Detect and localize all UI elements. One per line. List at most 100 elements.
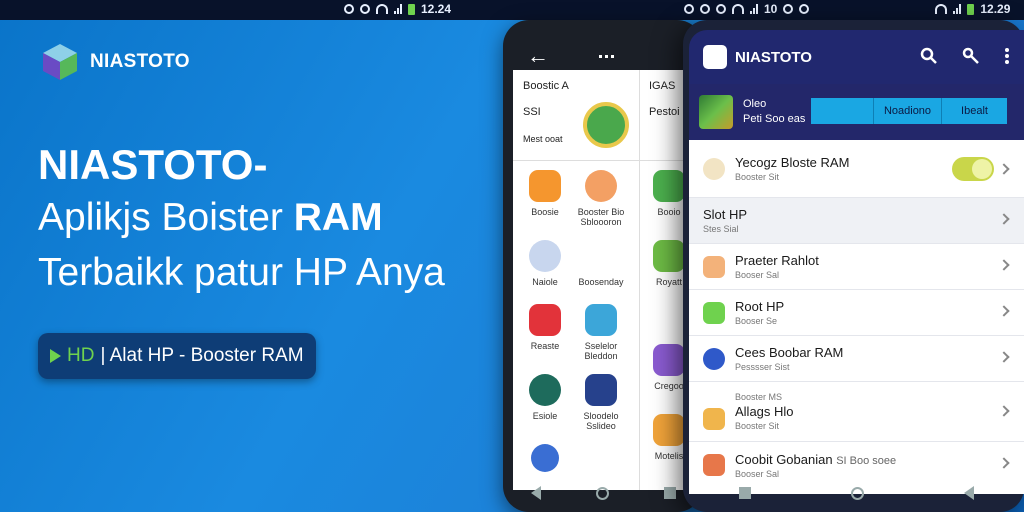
grid-label: Sloodelo Sslideo: [583, 411, 619, 431]
home-nav-icon[interactable]: [595, 486, 609, 500]
grid-label: Booio: [657, 207, 681, 217]
settings-list: Yecogz Bloste RAM Booster Sit Slot HP Stes…: [689, 140, 1024, 494]
grid-label: Reaste: [530, 341, 560, 351]
grid-label: Booster Bio Sbloooron: [577, 207, 625, 227]
chevron-right-icon: [998, 259, 1010, 271]
grid-item[interactable]: Naiole: [517, 240, 573, 287]
row-subtitle: Booser Se: [735, 316, 778, 326]
phone-back-navbar: [503, 474, 703, 512]
signal-icon: [750, 4, 758, 14]
row-title: Praeter Rahlot: [735, 253, 819, 268]
dial-icon[interactable]: [583, 102, 629, 148]
grid-item[interactable]: Reaste: [517, 304, 573, 351]
row-subtitle: Stes Sial: [703, 224, 739, 234]
headline-line3: Terbaikk patur HP Anya: [38, 251, 445, 294]
more-vert-icon[interactable]: [1004, 47, 1010, 65]
booster-toggle[interactable]: [952, 157, 994, 181]
record-icon: [529, 304, 561, 336]
recent-nav-icon[interactable]: [739, 487, 751, 499]
screen-icon: [585, 374, 617, 406]
phone-front: NIASTOTO Oleo Peti Soo eas Noadiono Ibea…: [683, 20, 1024, 512]
back-header-right: IGAS: [649, 80, 676, 92]
list-item[interactable]: Booster MS Allags Hlo Booster Sit: [689, 382, 1024, 442]
phone-back-screen: Boostic A SSI Mest ooat IGAS Pestoi Boos…: [513, 70, 693, 490]
cube-icon: [43, 44, 77, 80]
flash-icon: [529, 170, 561, 202]
grid-item[interactable]: Booster Bio Sbloooron: [573, 170, 629, 227]
android-icon: [653, 170, 685, 202]
key-icon[interactable]: [962, 47, 980, 65]
back-nav-icon[interactable]: [964, 486, 974, 500]
list-item[interactable]: Root HP Booser Se: [689, 290, 1024, 336]
clock-icon: [716, 4, 726, 14]
row-subtitle: Booster Sit: [735, 421, 780, 431]
clock-icon: [360, 4, 370, 14]
grid-label: Boosenday: [578, 277, 624, 287]
signal-icon: [394, 4, 402, 14]
root-icon: [703, 301, 725, 324]
back-header-right-2: Pestoi: [649, 106, 680, 118]
row-subtitle: Pesssser Sist: [735, 362, 790, 372]
battery-icon: [408, 3, 415, 15]
wifi-icon: [935, 4, 948, 14]
tools-icon: [703, 454, 725, 476]
search-icon[interactable]: [920, 47, 938, 65]
brand-name: NIASTOTO: [90, 51, 190, 72]
row-subtitle: Booser Sal: [735, 270, 780, 280]
pill-hd: HD: [67, 345, 95, 366]
back-arrow-icon[interactable]: ←: [527, 43, 549, 69]
back-nav-icon[interactable]: [530, 486, 541, 500]
memory-icon: [703, 347, 725, 370]
record-icon: [344, 4, 354, 14]
grid-item[interactable]: Boosenday: [573, 240, 629, 287]
grid-item[interactable]: Sselelor Bleddon: [573, 304, 629, 361]
chevron-right-icon: [998, 305, 1010, 317]
sync-icon: [783, 4, 794, 14]
wifi-icon: [376, 4, 388, 14]
app-header: NIASTOTO: [689, 30, 1024, 84]
clock-icon: [700, 4, 710, 14]
divider: [639, 70, 640, 490]
chart-icon: [653, 240, 685, 272]
home-nav-icon[interactable]: [851, 486, 864, 500]
row-title: Yecogz Bloste RAM: [735, 155, 850, 170]
signal-icon: [953, 4, 962, 14]
phone-back: ← Boostic A SSI Mest ooat IGAS Pestoi Bo…: [503, 20, 703, 512]
row-pretext: Booster MS: [735, 392, 783, 402]
status-time-right: 12.29: [980, 2, 1011, 16]
app-title: NIASTOTO: [735, 48, 812, 66]
list-item[interactable]: Cees Boobar RAM Pesssser Sist: [689, 336, 1024, 382]
app-logo-icon: [703, 45, 727, 69]
grid-item[interactable]: Esiole: [517, 374, 573, 421]
status-time-left: 12.24: [421, 2, 452, 16]
hero-headline: NIASTOTO- Aplikjs Boister RAM Terbaikk p…: [38, 140, 508, 300]
row-title: Slot HP: [703, 207, 748, 222]
row-title-extra: SI Boo soee: [836, 454, 897, 467]
edit-icon: [653, 344, 685, 376]
grid-label: Esiole: [532, 411, 558, 421]
tab-2[interactable]: Noadiono: [873, 98, 941, 124]
recent-nav-icon[interactable]: [663, 487, 676, 499]
category-pill[interactable]: HD | Alat HP - Booster RAM: [38, 333, 316, 379]
list-item[interactable]: Slot HP Stes Sial: [689, 198, 1024, 244]
gear-icon: [703, 255, 725, 278]
grid-item[interactable]: Sloodelo Sslideo: [573, 374, 629, 431]
globe-icon[interactable]: [531, 444, 559, 472]
back-header-2: SSI: [523, 106, 541, 118]
circle-icon: [529, 240, 561, 272]
tab-3[interactable]: Ibealt: [941, 98, 1007, 124]
status-icons-right: 10 12.29: [684, 2, 1010, 16]
list-item[interactable]: Yecogz Bloste RAM Booster Sit: [689, 140, 1024, 198]
grid-item[interactable]: Boosie: [517, 170, 573, 217]
pill-text: | Alat HP - Booster RAM: [100, 345, 304, 366]
back-header-3: Mest ooat: [523, 134, 563, 144]
banner-line2: Peti Soo eas: [743, 113, 806, 125]
banner-text: Oleo Peti Soo eas: [743, 97, 805, 127]
list-item[interactable]: Praeter Rahlot Booser Sal: [689, 244, 1024, 290]
play-icon: [50, 349, 61, 363]
chevron-right-icon: [998, 457, 1010, 469]
tab-1[interactable]: [811, 98, 873, 124]
grid-label: Sselelor Bleddon: [584, 341, 618, 361]
chevron-right-icon: [998, 213, 1010, 225]
chevron-right-icon: [998, 163, 1010, 175]
